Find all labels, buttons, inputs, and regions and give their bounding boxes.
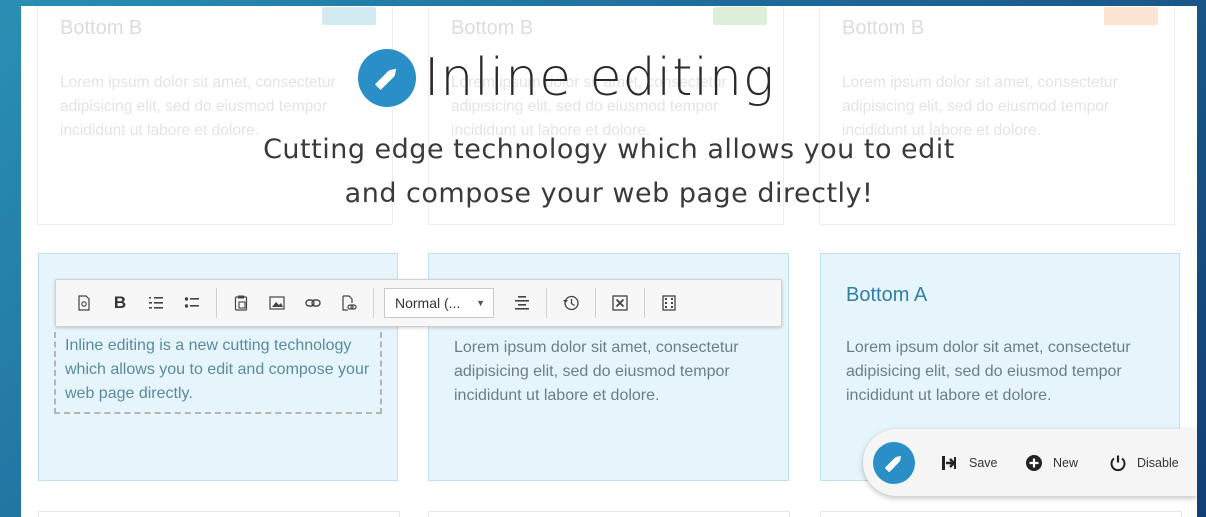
card-title: Bottom B <box>451 17 534 39</box>
media-icon[interactable] <box>651 287 687 319</box>
format-dropdown-value: Normal (... <box>395 295 461 311</box>
save-button[interactable]: Save <box>941 451 998 475</box>
bulleted-list-icon[interactable] <box>174 287 210 319</box>
toolbar-separator <box>373 288 374 318</box>
power-icon <box>1110 455 1126 472</box>
toolbar-separator <box>595 288 596 318</box>
card-title: Bottom B <box>60 17 143 39</box>
save-icon <box>942 456 956 470</box>
history-icon[interactable] <box>553 287 589 319</box>
align-icon[interactable] <box>504 287 540 319</box>
new-button[interactable]: New <box>1025 451 1078 475</box>
inline-edit-action-bar: Save New Disable <box>863 429 1197 496</box>
card-badge <box>1104 7 1158 25</box>
hero-title: Inline editing <box>424 48 776 108</box>
card-badge <box>322 7 376 25</box>
new-label: New <box>1053 456 1079 470</box>
hero-header: Inline editing <box>358 38 775 118</box>
toolbar-separator <box>546 288 547 318</box>
card-title: Bottom B <box>842 17 925 39</box>
card-title: Bottom A <box>846 284 928 306</box>
bold-icon[interactable]: B <box>102 287 138 319</box>
plus-circle-icon <box>1026 455 1042 471</box>
pencil-edit-icon[interactable] <box>873 442 915 484</box>
document-link-icon[interactable] <box>331 287 367 319</box>
link-icon[interactable] <box>295 287 331 319</box>
card-text: Lorem ipsum dolor sit amet, consectetur … <box>846 339 1131 404</box>
remove-format-icon[interactable] <box>602 287 638 319</box>
format-dropdown[interactable]: Normal (... ▼ <box>384 288 494 318</box>
save-label: Save <box>969 456 998 470</box>
card-badge <box>713 7 767 25</box>
toolbar-separator <box>644 288 645 318</box>
editable-text[interactable]: Inline editing is a new cutting technolo… <box>65 334 375 406</box>
editor-toolbar: B Normal (... ▼ <box>55 279 782 327</box>
toolbar-separator <box>216 288 217 318</box>
pencil-logo-icon <box>358 49 416 107</box>
content-card <box>428 511 790 517</box>
inline-editable-region[interactable]: Inline editing is a new cutting technolo… <box>54 332 382 414</box>
card-text: Lorem ipsum dolor sit amet, consectetur … <box>454 339 739 404</box>
numbered-list-icon[interactable] <box>138 287 174 319</box>
paste-icon[interactable] <box>223 287 259 319</box>
source-icon[interactable] <box>66 287 102 319</box>
content-card <box>820 511 1182 517</box>
caret-down-icon: ▼ <box>476 298 485 308</box>
page: Bottom B Lorem ipsum dolor sit amet, con… <box>21 6 1197 517</box>
content-card <box>38 511 400 517</box>
disable-label: Disable <box>1137 456 1179 470</box>
hero-subtitle: Cutting edge technology which allows you… <box>263 134 955 209</box>
image-icon[interactable] <box>259 287 295 319</box>
disable-button[interactable]: Disable <box>1109 451 1179 475</box>
